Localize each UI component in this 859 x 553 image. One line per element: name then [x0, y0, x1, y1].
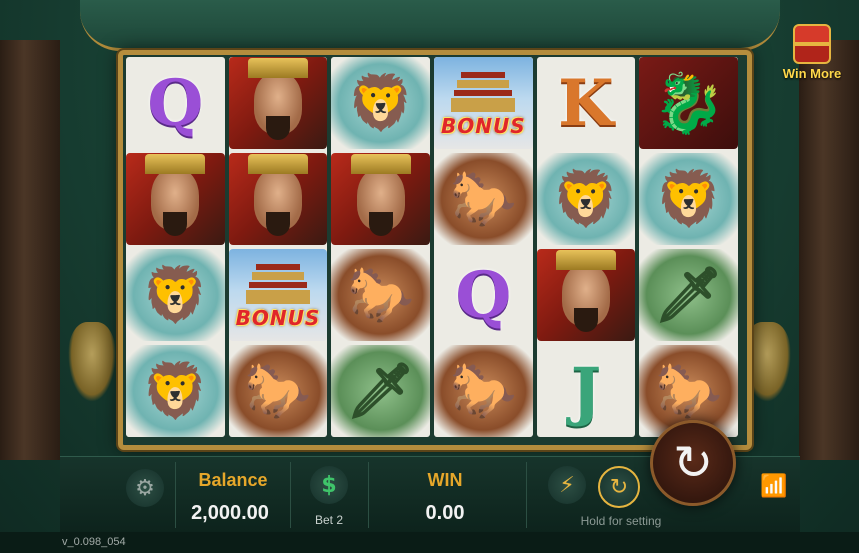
symbol-emperor: [228, 57, 328, 149]
horse-icon: 🐎: [244, 359, 312, 422]
top-ornament: [80, 0, 780, 51]
win-more-label: Win More: [782, 66, 842, 81]
balance-label: Balance: [198, 470, 268, 490]
pagoda-icon: [245, 264, 310, 304]
crown-icon: [555, 250, 616, 270]
symbol-emperor: [331, 153, 430, 245]
lion-icon: 🦁: [141, 359, 209, 422]
lion-icon: 🦁: [347, 71, 415, 134]
letter-k-text: K: [558, 65, 614, 141]
bet-label: Bet 2: [314, 513, 344, 527]
emperor-icon: [350, 154, 411, 236]
lightning-icon: ⚡: [559, 472, 575, 498]
version-text: v_0.098_054: [62, 536, 126, 548]
gear-icon: ⚙: [135, 475, 155, 501]
beard-icon: [573, 308, 598, 332]
symbol-lion: 🦁: [126, 345, 225, 437]
emperor-icon: [555, 250, 616, 332]
dollar-icon: $: [321, 472, 337, 498]
crown-icon: [145, 154, 206, 174]
symbol-horse: 🐎: [331, 249, 430, 341]
spin-button[interactable]: ↻: [650, 420, 736, 506]
symbol-q: Q: [434, 249, 533, 341]
beard-icon: [265, 212, 290, 236]
symbol-bonus: BONUS: [228, 249, 328, 341]
symbol-lion: 🦁: [331, 57, 430, 149]
dragon-icon: 🐉: [652, 68, 725, 137]
bonus-label: BONUS: [441, 114, 526, 138]
hold-for-setting-hint: Hold for setting: [580, 514, 662, 528]
symbol-emperor: [536, 249, 636, 341]
balance-value: 2,000.00: [191, 502, 269, 524]
symbol-q: Q: [126, 57, 225, 149]
symbol-lion: 🦁: [536, 153, 636, 245]
reel-2: BONUS 🐎: [228, 57, 328, 437]
symbol-dragon: 🐉: [639, 57, 738, 149]
turbo-button[interactable]: ⚡: [548, 466, 586, 504]
letter-j-text: J: [570, 353, 602, 429]
treasure-chest-icon: [793, 24, 831, 64]
beard-icon: [163, 212, 188, 236]
emperor-icon: [247, 58, 308, 140]
letter-q-text: Q: [455, 257, 512, 333]
symbol-horse: 🐎: [433, 345, 533, 437]
reel-3: 🦁 🐎 🗡: [331, 57, 430, 437]
horse-icon: 🐎: [655, 359, 723, 422]
pagoda-icon: [451, 72, 516, 112]
autoplay-button[interactable]: ↻: [598, 466, 640, 508]
symbol-warrior: 🗡: [331, 345, 430, 437]
win-more-button[interactable]: Win More: [777, 24, 847, 81]
symbol-lion: 🦁: [126, 249, 225, 341]
symbol-horse: 🐎: [433, 153, 533, 245]
divider: [526, 462, 527, 528]
divider: [290, 462, 291, 528]
symbol-warrior: 🗡: [639, 249, 738, 341]
symbol-lion: 🦁: [639, 153, 738, 245]
emperor-icon: [145, 154, 206, 236]
beard-icon: [368, 212, 393, 236]
symbol-bonus: BONUS: [433, 57, 533, 149]
crown-icon: [247, 154, 308, 174]
beard-icon: [265, 116, 290, 140]
wifi-icon: 📶: [760, 474, 788, 499]
symbol-horse: 🐎: [228, 345, 328, 437]
divider: [368, 462, 369, 528]
symbol-k: K: [537, 57, 636, 149]
warrior-icon: 🗡: [654, 263, 723, 326]
reel-4: BONUS 🐎 Q 🐎: [433, 57, 533, 437]
crown-icon: [247, 58, 308, 78]
horse-icon: 🐎: [449, 167, 517, 230]
symbol-emperor: [126, 153, 225, 245]
emperor-icon: [247, 154, 308, 236]
reel-1: Q 🦁 🦁: [126, 57, 225, 437]
symbol-j: J: [537, 345, 636, 437]
spin-arrow-icon: ↻: [672, 435, 714, 491]
horse-icon: 🐎: [449, 359, 517, 422]
lion-icon: 🦁: [141, 263, 209, 326]
bet-button[interactable]: $: [310, 466, 348, 504]
bonus-label: BONUS: [235, 306, 321, 330]
letter-q-text: Q: [147, 65, 204, 141]
symbol-emperor: [228, 153, 328, 245]
lion-icon: 🦁: [655, 167, 723, 230]
win-label: WIN: [427, 470, 463, 490]
left-dragon-ornament: [68, 322, 116, 402]
left-pillar: [0, 40, 60, 460]
bottom-strip: [0, 532, 859, 553]
settings-button[interactable]: ⚙: [126, 469, 164, 507]
warrior-icon: 🗡: [346, 359, 415, 422]
reel-grid: Q 🦁 🦁 BONUS 🐎 🦁 🐎 🗡 BONUS 🐎 Q 🐎 K 🦁 J 🐉 🦁 🗡 🐎: [126, 57, 738, 437]
divider: [175, 462, 176, 528]
win-value: 0.00: [425, 502, 465, 524]
horse-icon: 🐎: [347, 263, 415, 326]
reel-6: 🐉 🦁 🗡 🐎: [639, 57, 738, 437]
crown-icon: [350, 154, 411, 174]
lion-icon: 🦁: [552, 167, 620, 230]
right-pillar: [799, 40, 859, 460]
reel-5: K 🦁 J: [536, 57, 636, 437]
autoplay-icon: ↻: [609, 474, 629, 500]
